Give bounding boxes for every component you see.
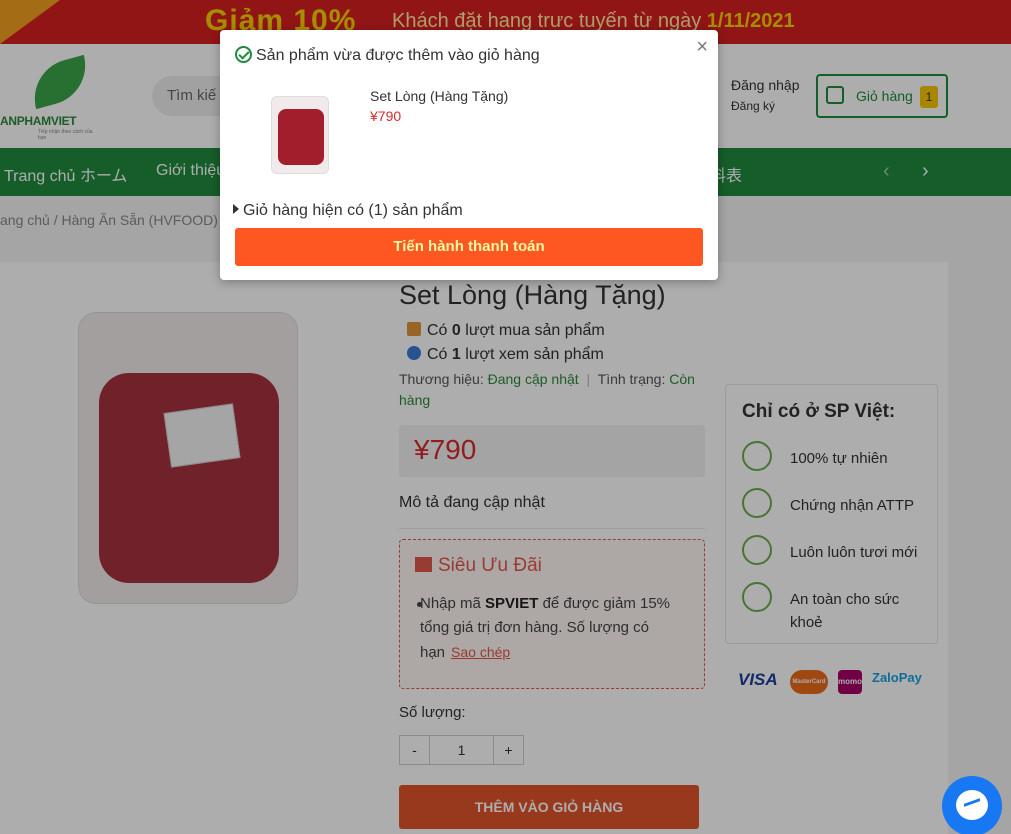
modal-product-name[interactable]: Set Lòng (Hàng Tặng) (370, 88, 508, 104)
modal-product-price: ¥790 (370, 108, 402, 124)
modal-cart-summary[interactable]: Giỏ hàng hiện có (1) sản phẩm (233, 202, 463, 220)
added-to-cart-modal: × Sản phẩm vừa được thêm vào giỏ hàng Se… (220, 30, 718, 280)
modal-message-text: Sản phẩm vừa được thêm vào giỏ hàng (256, 47, 540, 64)
checkout-button[interactable]: Tiến hành thanh toán (235, 228, 703, 266)
modal-product-photo (278, 109, 324, 165)
modal-cart-summary-text: Giỏ hàng hiện có (1) sản phẩm (243, 202, 463, 219)
close-icon[interactable]: × (696, 36, 708, 59)
modal-message: Sản phẩm vừa được thêm vào giỏ hàng (235, 46, 540, 65)
check-circle-icon (235, 46, 252, 63)
messenger-chat-button[interactable] (942, 776, 1002, 834)
caret-right-icon (233, 204, 239, 214)
modal-product-thumbnail[interactable] (271, 96, 329, 174)
